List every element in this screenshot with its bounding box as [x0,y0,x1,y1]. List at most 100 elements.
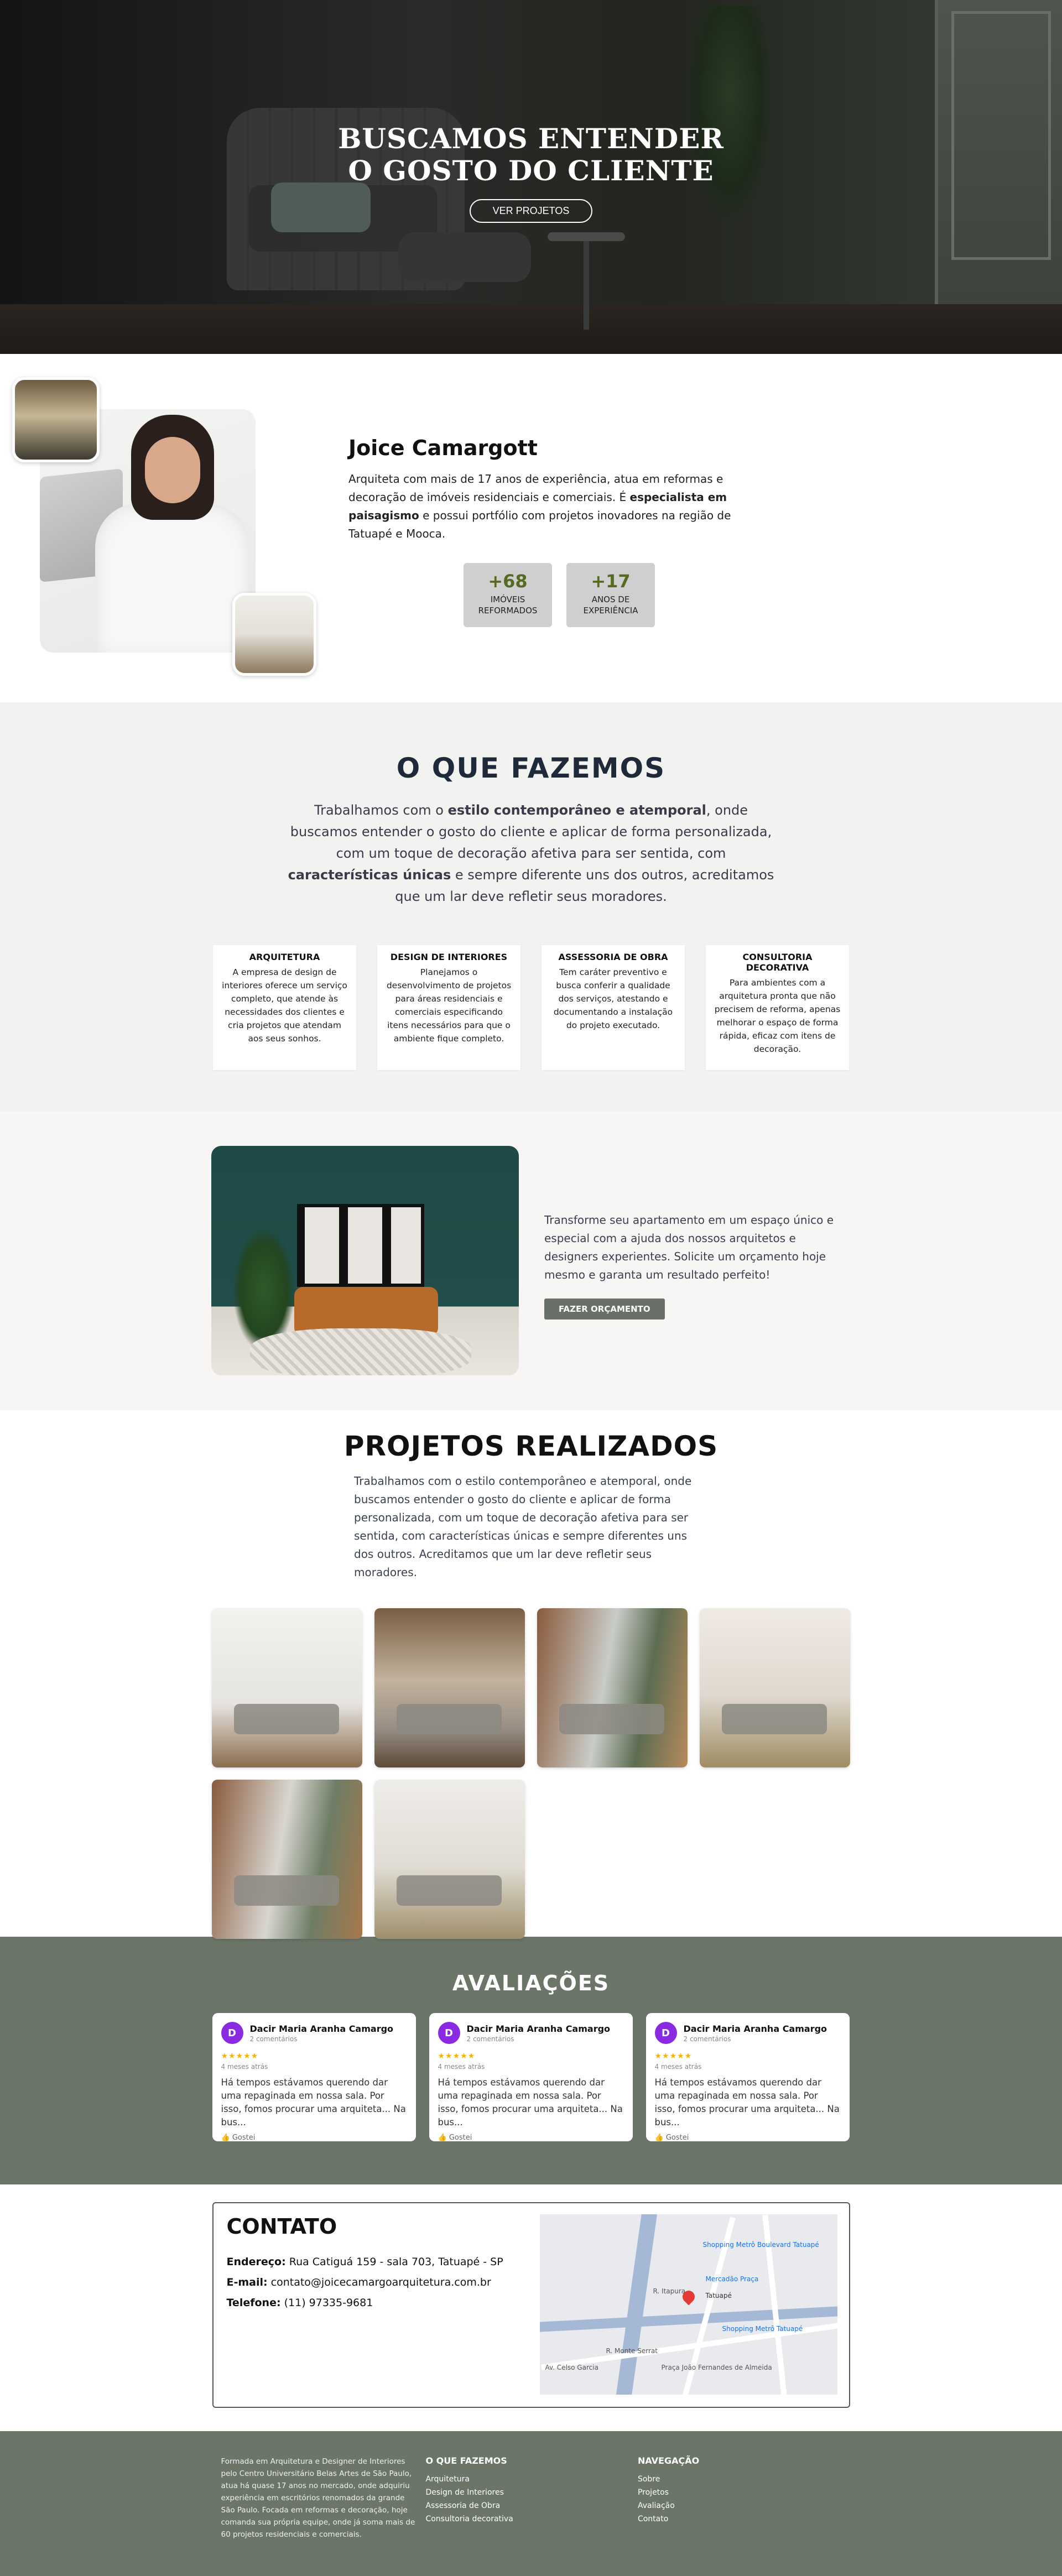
project-tile-furniture [234,1875,339,1906]
footer-link-construction-advisory[interactable]: Assessoria de Obra [425,2499,638,2512]
address-label: Endereço: [226,2256,286,2268]
about-thumbnail-office-image [12,377,100,462]
like-button[interactable]: 👍 Gostei [655,2134,841,2142]
map-label: R. Monte Serrat [606,2347,658,2355]
map-label: Praça João Fernandes de Almeida [661,2364,772,2371]
project-tile-furniture [397,1875,502,1906]
review-time: 4 meses atrás [221,2063,268,2071]
contact-email-row: E-mail: contato@joicecamargoarquitetura.… [227,2272,503,2293]
like-button[interactable]: 👍 Gostei [438,2134,624,2142]
star-rating-icon: ★★★★★ [438,2052,476,2061]
services-intro: Trabalhamos com o estilo contemporâneo e… [282,800,780,908]
star-rating-icon: ★★★★★ [654,2052,693,2061]
star-rating-icon: ★★★★★ [221,2052,259,2061]
like-label: Gostei [665,2134,689,2142]
contact-phone-row: Telefone: (11) 97335-9681 [227,2293,503,2313]
review-author: Dacir Maria Aranha Camargo 2 comentários [467,2024,611,2043]
stat-number: +17 [591,571,631,592]
contact-box: CONTATO Endereço: Rua Catiguá 159 - sala… [212,2202,850,2408]
service-card-architecture: ARQUITETURA A empresa de design de inter… [213,945,356,1070]
service-card-title: ARQUITETURA [249,952,320,962]
phone-link[interactable]: (11) 97335-9681 [284,2297,373,2309]
project-tile[interactable] [212,1780,362,1939]
footer-link-about[interactable]: Sobre [638,2473,850,2486]
reviewer-comment-count: 2 comentários [683,2035,731,2043]
project-tile[interactable] [537,1608,688,1767]
service-card-text: Para ambientes com a arquitetura pronta … [714,978,841,1054]
stat-number: +68 [488,571,528,592]
review-card: D Dacir Maria Aranha Camargo 2 comentári… [429,2013,633,2142]
service-card-text: Tem caráter preventivo e busca conferir … [553,967,673,1030]
like-button[interactable]: 👍 Gostei [221,2134,407,2142]
footer-link-decor-consulting[interactable]: Consultoria decorativa [425,2512,638,2526]
avatar: D [654,2022,677,2044]
living-room-photo-image [211,1146,519,1375]
location-map[interactable]: Tatuapé Mercadão Praça Shopping Metrô Ta… [539,2214,837,2395]
living-room-frames [297,1204,424,1287]
project-tile-furniture [559,1704,664,1734]
service-card-construction-advisory: ASSESSORIA DE OBRA Tem caráter preventiv… [542,945,685,1070]
map-label: Mercadão Praça [705,2275,759,2283]
stat-label: ANOS DE EXPERIÊNCIA [566,594,655,616]
hero-title-line2: O GOSTO DO CLIENTE [348,154,714,187]
footer-navigation-column: NAVEGAÇÃO Sobre Projetos Avaliação Conta… [638,2455,850,2541]
hero-overlay: BUSCAMOS ENTENDER O GOSTO DO CLIENTE VER… [0,0,1062,354]
review-header: D Dacir Maria Aranha Camargo 2 comentári… [438,2022,624,2044]
about-text-block: Joice Camargott Arquiteta com mais de 17… [348,436,736,627]
footer-about: Formada em Arquitetura e Designer de Int… [221,2457,415,2539]
hero-title: BUSCAMOS ENTENDER O GOSTO DO CLIENTE [338,123,724,187]
like-label: Gostei [449,2134,472,2142]
review-card: D Dacir Maria Aranha Camargo 2 comentári… [645,2013,850,2142]
footer-link-projects[interactable]: Projetos [638,2486,850,2499]
service-card-text: A empresa de design de interiores oferec… [222,967,347,1044]
projects-title: PROJETOS REALIZADOS [343,1430,719,1462]
footer-link-architecture[interactable]: Arquitetura [425,2473,638,2486]
reviews-row: D Dacir Maria Aranha Camargo 2 comentári… [212,2013,850,2142]
project-tile[interactable] [374,1608,525,1767]
service-card-title: CONSULTORIA DECORATIVA [742,952,813,973]
footer-link-interior-design[interactable]: Design de Interiores [425,2486,638,2499]
services-intro-part3: e sempre diferente uns dos outros, acred… [395,867,774,904]
quote-copy: Transforme seu apartamento em um espaço … [544,1211,846,1320]
reviewer-name[interactable]: Dacir Maria Aranha Camargo [250,2024,394,2034]
thumbs-up-icon: 👍 [654,2134,664,2142]
stats-row: +68 IMÓVEIS REFORMADOS +17 ANOS DE EXPERIÊ… [464,563,736,627]
project-tile[interactable] [700,1608,850,1767]
project-tile[interactable] [212,1608,362,1767]
service-card-interior-design: DESIGN DE INTERIORES Planejamos o desenv… [377,945,520,1070]
footer-link-contact[interactable]: Contato [638,2512,850,2526]
phone-label: Telefone: [226,2297,281,2309]
contact-details: Endereço: Rua Catiguá 159 - sala 703, Ta… [227,2252,503,2313]
project-tile-furniture [722,1704,827,1734]
review-card: D Dacir Maria Aranha Camargo 2 comentári… [212,2013,416,2142]
services-cards: ARQUITETURA A empresa de design de inter… [213,945,849,1070]
thumbs-up-icon: 👍 [221,2134,230,2142]
services-intro-bold1: estilo contemporâneo e atemporal [447,802,706,818]
view-projects-button[interactable]: VER PROJETOS [469,199,593,223]
reviews-section: AVALIAÇÕES D Dacir Maria Aranha Camargo … [0,1937,1062,2184]
portrait-face [145,437,200,503]
contact-section: CONTATO Endereço: Rua Catiguá 159 - sala… [0,2184,1062,2431]
service-card-title: ASSESSORIA DE OBRA [558,952,668,962]
avatar: D [438,2022,460,2044]
living-room-rug [250,1328,471,1375]
project-tile[interactable] [374,1780,525,1939]
request-quote-button[interactable]: FAZER ORÇAMENTO [544,1299,665,1320]
email-link[interactable]: contato@joicecamargoarquitetura.com.br [271,2276,491,2288]
footer-link-reviews[interactable]: Avaliação [638,2499,850,2512]
stat-label: IMÓVEIS REFORMADOS [464,594,552,616]
stat-label-line2: EXPERIÊNCIA [583,606,638,616]
email-label: E-mail: [226,2276,268,2288]
map-label: R. Itapura [653,2287,686,2295]
review-body: Há tempos estávamos querendo dar uma rep… [438,2077,623,2127]
footer-services-column: O QUE FAZEMOS Arquitetura Design de Inte… [425,2455,638,2541]
footer-nav-title: NAVEGAÇÃO [637,2455,700,2466]
service-card-text: Planejamos o desenvolvimento de projetos… [386,967,512,1044]
reviewer-comment-count: 2 comentários [249,2035,298,2043]
contact-address-row: Endereço: Rua Catiguá 159 - sala 703, Ta… [227,2252,503,2272]
map-label: Tatuapé [705,2292,732,2299]
reviewer-name[interactable]: Dacir Maria Aranha Camargo [467,2024,611,2034]
reviewer-name[interactable]: Dacir Maria Aranha Camargo [684,2024,827,2034]
stat-card-properties: +68 IMÓVEIS REFORMADOS [464,563,552,627]
stat-label-line2: REFORMADOS [478,606,538,616]
